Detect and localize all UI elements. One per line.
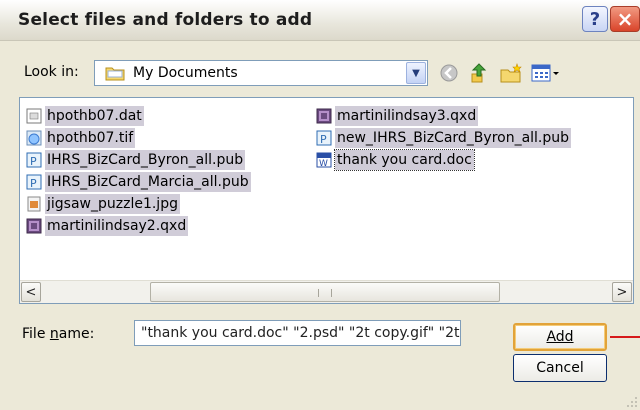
resize-grip-icon[interactable] [626,396,638,408]
list-item[interactable]: jigsaw_puzzle1.jpg [25,194,180,214]
image-file-icon [26,130,42,146]
list-item[interactable]: martinilindsay2.qxd [25,216,189,236]
publisher-file-icon: P [316,130,332,146]
cancel-button[interactable]: Cancel [513,354,607,382]
grip-icon [318,289,332,297]
help-button[interactable]: ? [582,6,608,32]
scroll-right-button[interactable]: > [612,282,632,302]
list-item[interactable]: P new_IHRS_BizCard_Byron_all.pub [315,128,572,148]
annotation-line [610,336,640,338]
new-folder-icon[interactable] [499,62,523,84]
view-menu-icon[interactable] [530,62,560,84]
svg-text:P: P [30,177,37,190]
up-folder-icon[interactable] [468,62,490,84]
title-bar: Select files and folders to add ? × [0,0,640,41]
svg-text:W: W [319,159,328,169]
look-in-value: My Documents [133,65,238,81]
publisher-file-icon: P [26,174,42,190]
file-name-input[interactable]: "thank you card.doc" "2.psd" "2t copy.gi… [134,320,461,346]
publisher-file-icon: P [26,152,42,168]
dialog-title: Select files and folders to add [18,10,313,30]
word-file-icon: W [316,152,332,169]
back-icon[interactable] [438,62,460,84]
look-in-combobox[interactable]: My Documents ▼ [94,60,428,86]
scroll-left-button[interactable]: < [21,282,41,302]
close-button[interactable]: × [610,6,640,32]
chevron-down-icon[interactable]: ▼ [406,62,426,84]
folder-icon [105,67,125,81]
svg-text:P: P [30,155,37,168]
list-item[interactable]: P IHRS_BizCard_Marcia_all.pub [25,172,251,192]
dat-file-icon [26,108,42,124]
quark-file-icon [26,218,42,234]
list-item[interactable]: W thank you card.doc [315,149,475,171]
file-list[interactable]: hpothb07.dat hpothb07.tif P IHRS_BizCard… [19,97,634,304]
quark-file-icon [316,108,332,124]
list-item[interactable]: martinilindsay3.qxd [315,106,479,126]
list-item[interactable]: P IHRS_BizCard_Byron_all.pub [25,150,246,170]
svg-text:P: P [320,133,327,146]
horizontal-scrollbar[interactable]: < > [20,280,633,303]
list-item[interactable]: hpothb07.tif [25,128,136,148]
scrollbar-thumb[interactable] [150,282,500,302]
add-button[interactable]: Add [513,323,607,351]
file-name-label: File name: [22,326,95,342]
image-file-icon [27,196,41,212]
look-in-label: Look in: [24,64,79,80]
list-item[interactable]: hpothb07.dat [25,106,144,126]
